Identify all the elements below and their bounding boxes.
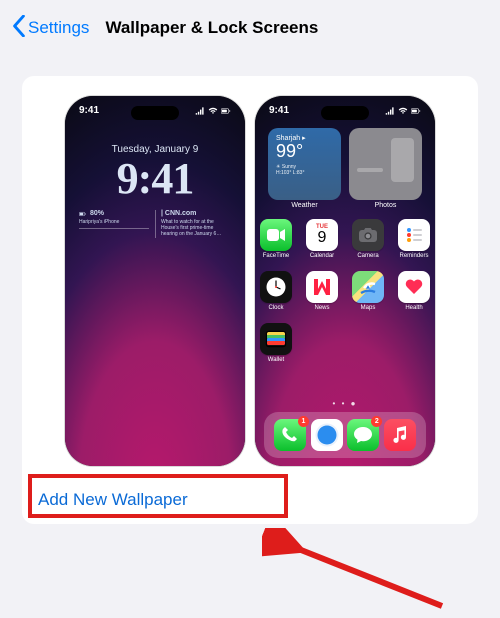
- dock-messages: 2: [347, 419, 379, 451]
- clock-icon: [260, 271, 292, 303]
- app-label: Reminders: [398, 253, 430, 259]
- nav-bar: Settings Wallpaper & Lock Screens: [0, 0, 500, 56]
- wallet-icon: [260, 323, 292, 355]
- app-maps: Maps: [352, 271, 384, 311]
- page-title: Wallpaper & Lock Screens: [105, 18, 318, 38]
- badge: 2: [371, 416, 382, 427]
- reminders-icon: [398, 219, 430, 251]
- back-button[interactable]: Settings: [12, 15, 89, 42]
- status-icons: [195, 105, 231, 116]
- wifi-icon: [208, 107, 218, 115]
- lockscreen-preview[interactable]: 9:41 Tuesday, January 9 9:41 80% Haripri…: [65, 96, 245, 466]
- app-label: FaceTime: [260, 253, 292, 259]
- wallpaper-previews: 9:41 Tuesday, January 9 9:41 80% Haripri…: [36, 96, 464, 466]
- camera-icon: [352, 219, 384, 251]
- lockscreen-battery-widget: 80% Haripriya's iPhone: [79, 210, 149, 238]
- wifi-icon: [398, 107, 408, 115]
- app-label: Health: [398, 305, 430, 311]
- badge: 1: [298, 416, 309, 427]
- add-wallpaper-button[interactable]: Add New Wallpaper: [38, 490, 188, 510]
- calendar-icon: TUE9: [306, 219, 338, 251]
- app-grid: FaceTime TUE9 Calendar Camera Reminders Clock…: [255, 209, 435, 363]
- status-icons: [385, 105, 421, 116]
- app-facetime: FaceTime: [260, 219, 292, 259]
- app-reminders: Reminders: [398, 219, 430, 259]
- wallpaper-card: 9:41 Tuesday, January 9 9:41 80% Haripri…: [22, 76, 478, 524]
- battery-icon: [411, 107, 421, 115]
- status-time: 9:41: [79, 105, 99, 116]
- app-label: Maps: [352, 305, 384, 311]
- battery-icon: [221, 107, 231, 115]
- weather-widget: Sharjah ▸ 99° ☀ SunnyH:103° L:83°: [268, 128, 341, 200]
- status-time: 9:41: [269, 105, 289, 116]
- app-news: News: [306, 271, 338, 311]
- facetime-icon: [260, 219, 292, 251]
- dynamic-island-icon: [321, 106, 369, 120]
- page-dots: • • ●: [255, 399, 435, 408]
- health-icon: [398, 271, 430, 303]
- app-label: Clock: [260, 305, 292, 311]
- app-label: Calendar: [306, 253, 338, 259]
- widget-labels: Weather Photos: [255, 200, 435, 209]
- back-label: Settings: [28, 18, 89, 38]
- dock-music: [384, 419, 416, 451]
- lockscreen-time: 9:41: [65, 153, 245, 204]
- app-clock: Clock: [260, 271, 292, 311]
- battery-icon: [79, 211, 87, 217]
- dock-safari: [311, 419, 343, 451]
- homescreen-preview[interactable]: 9:41 Sharjah ▸ 99° ☀ SunnyH:103° L:83°: [255, 96, 435, 466]
- photos-widget: [349, 128, 422, 200]
- signal-icon: [385, 107, 395, 115]
- annotation-arrow-icon: [262, 528, 462, 618]
- app-wallet: Wallet: [260, 323, 292, 363]
- maps-icon: [352, 271, 384, 303]
- lockscreen-news-widget: | CNN.com What to watch for at the House…: [155, 210, 231, 238]
- back-chevron-icon: [12, 15, 26, 42]
- app-health: Health: [398, 271, 430, 311]
- app-label: Wallet: [260, 357, 292, 363]
- dock: 12: [264, 412, 426, 458]
- news-icon: [306, 271, 338, 303]
- app-label: News: [306, 305, 338, 311]
- app-camera: Camera: [352, 219, 384, 259]
- dock-phone: 1: [274, 419, 306, 451]
- dynamic-island-icon: [131, 106, 179, 120]
- app-label: Camera: [352, 253, 384, 259]
- app-calendar: TUE9 Calendar: [306, 219, 338, 259]
- signal-icon: [195, 107, 205, 115]
